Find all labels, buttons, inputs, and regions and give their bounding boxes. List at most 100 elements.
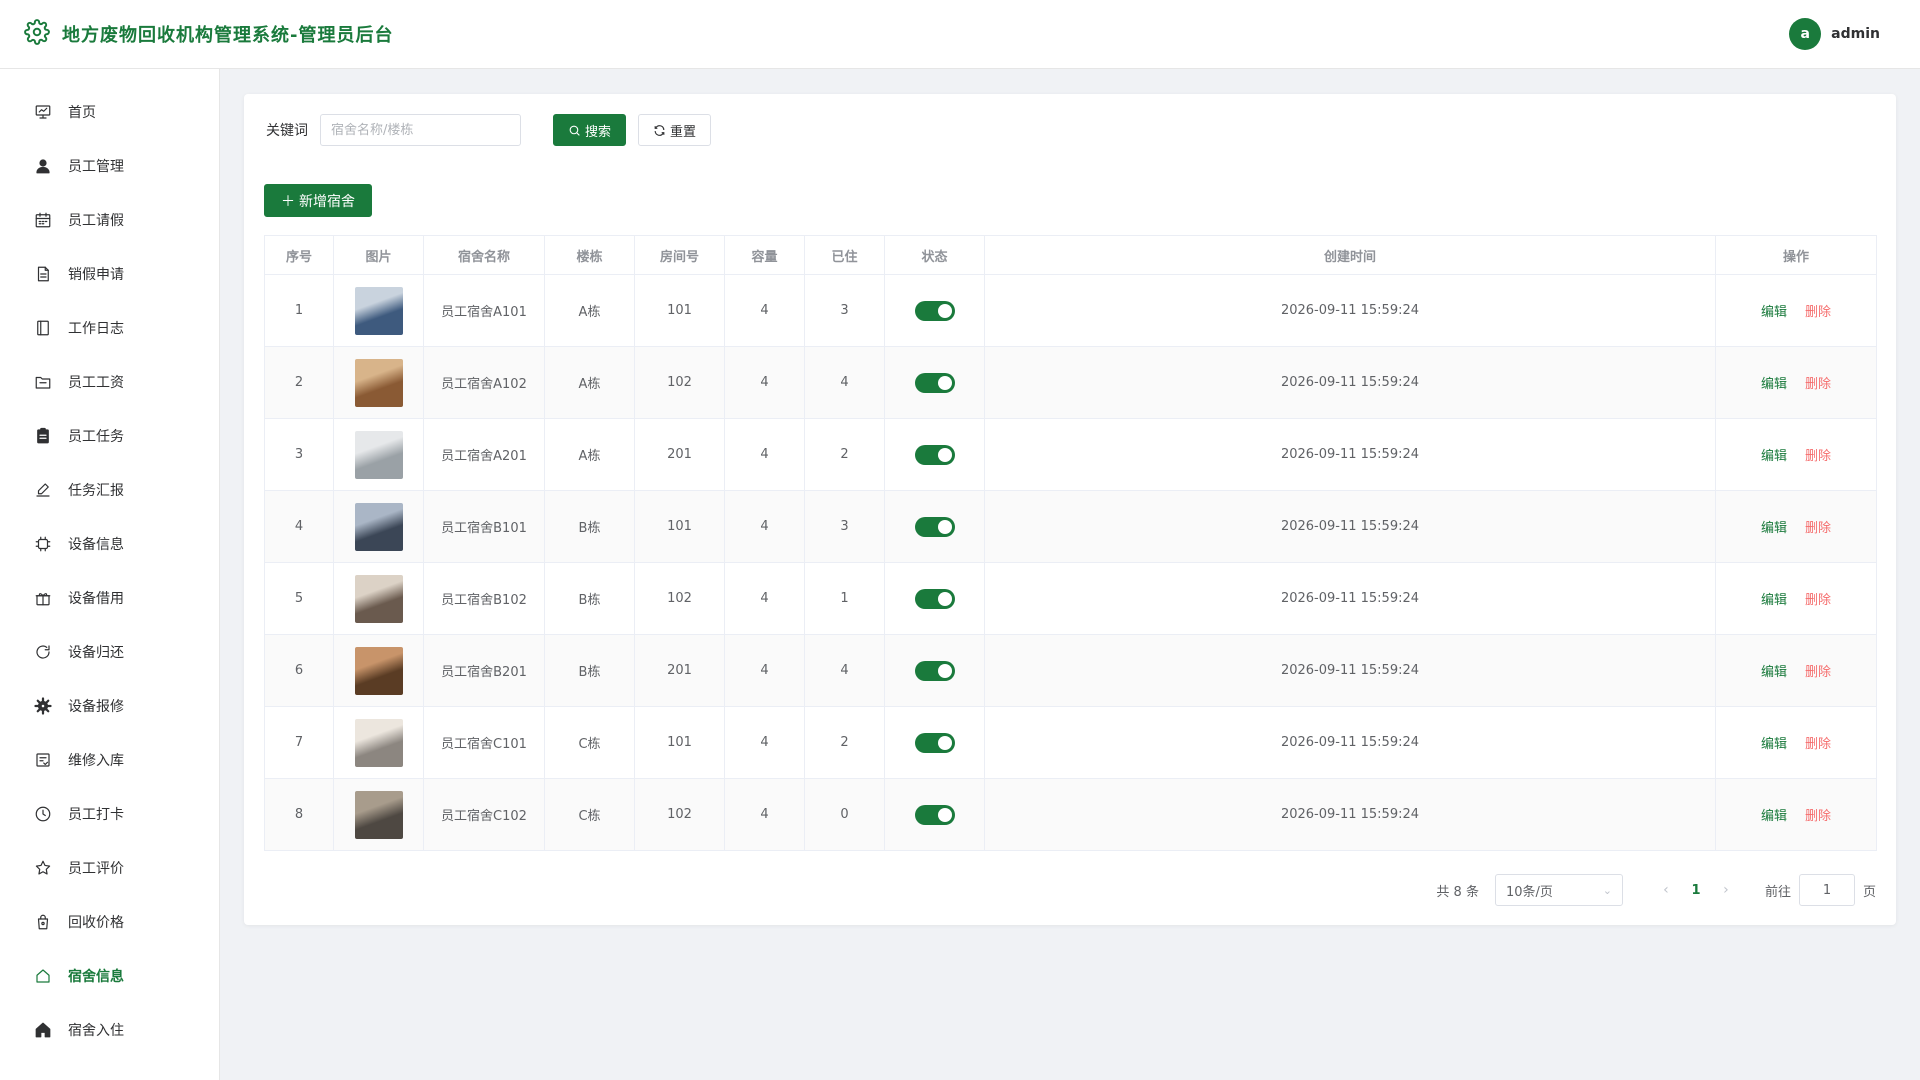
sidebar-item-label: 设备信息 bbox=[68, 537, 124, 553]
goto-page-input[interactable] bbox=[1798, 874, 1855, 906]
sidebar-item-label: 宿舍入住 bbox=[68, 1023, 124, 1039]
delete-button[interactable]: 删除 bbox=[1805, 449, 1831, 464]
cell-created: 2026-09-11 15:59:24 bbox=[984, 274, 1716, 347]
pagination: 共 8 条 10条/页 ⌄ ‹ 1 › 前往 页 bbox=[1436, 874, 1876, 906]
table-row: 3 员工宿舍A201 A栋 201 4 2 2026-09-11 15:59:24 编辑 删除 bbox=[264, 418, 1877, 491]
prev-page-button[interactable]: ‹ bbox=[1651, 882, 1681, 898]
sidebar-item-label: 员工评价 bbox=[68, 861, 124, 877]
keyword-label: 关键词 bbox=[266, 123, 308, 139]
status-toggle[interactable] bbox=[914, 732, 955, 753]
cell-name: 员工宿舍B101 bbox=[423, 490, 545, 563]
cell-room: 102 bbox=[634, 562, 725, 635]
cell-capacity: 4 bbox=[724, 346, 805, 419]
status-toggle[interactable] bbox=[914, 444, 955, 465]
sidebar-item-equipment-borrow[interactable]: 设备借用 bbox=[0, 571, 219, 625]
cell-image bbox=[333, 634, 424, 707]
status-toggle[interactable] bbox=[914, 372, 955, 393]
sidebar-item-employee-salary[interactable]: 员工工资 bbox=[0, 355, 219, 409]
delete-button[interactable]: 删除 bbox=[1805, 737, 1831, 752]
avatar[interactable]: a bbox=[1789, 18, 1822, 50]
sidebar-item-dorm-checkin[interactable]: 宿舍入住 bbox=[0, 1003, 219, 1057]
cell-image bbox=[333, 778, 424, 851]
sidebar-item-work-log[interactable]: 工作日志 bbox=[0, 301, 219, 355]
cell-created: 2026-09-11 15:59:24 bbox=[984, 490, 1716, 563]
table-header: 序号 图片 宿舍名称 楼栋 房间号 容量 已住 状态 创建时间 操作 bbox=[264, 235, 1877, 275]
cell-name: 员工宿舍C102 bbox=[423, 778, 545, 851]
reset-button[interactable]: 重置 bbox=[638, 114, 712, 146]
edit-button[interactable]: 编辑 bbox=[1761, 809, 1787, 824]
sidebar-item-employee-manage[interactable]: 员工管理 bbox=[0, 139, 219, 193]
cell-index: 8 bbox=[264, 778, 334, 851]
cell-created: 2026-09-11 15:59:24 bbox=[984, 706, 1716, 779]
sidebar-item-dorm-info[interactable]: 宿舍信息 bbox=[0, 949, 219, 1003]
username[interactable]: admin bbox=[1831, 26, 1880, 42]
dorm-photo[interactable] bbox=[354, 646, 403, 695]
next-page-button[interactable]: › bbox=[1711, 882, 1741, 898]
delete-button[interactable]: 删除 bbox=[1805, 377, 1831, 392]
status-toggle[interactable] bbox=[914, 516, 955, 537]
sidebar-item-equipment-return[interactable]: 设备归还 bbox=[0, 625, 219, 679]
page-size-select[interactable]: 10条/页 ⌄ bbox=[1494, 874, 1623, 906]
column-header: 图片 bbox=[333, 235, 424, 275]
cell-index: 2 bbox=[264, 346, 334, 419]
refresh-icon bbox=[34, 643, 52, 661]
delete-button[interactable]: 删除 bbox=[1805, 665, 1831, 680]
search-input[interactable] bbox=[320, 114, 521, 146]
delete-button[interactable]: 删除 bbox=[1805, 593, 1831, 608]
dorm-photo[interactable] bbox=[354, 790, 403, 839]
search-button[interactable]: 搜索 bbox=[553, 114, 627, 146]
status-toggle[interactable] bbox=[914, 804, 955, 825]
dorm-photo[interactable] bbox=[354, 574, 403, 623]
edit-button[interactable]: 编辑 bbox=[1761, 737, 1787, 752]
sidebar-item-employee-task[interactable]: 员工任务 bbox=[0, 409, 219, 463]
cell-index: 1 bbox=[264, 274, 334, 347]
cell-actions: 编辑 删除 bbox=[1715, 346, 1877, 419]
delete-button[interactable]: 删除 bbox=[1805, 809, 1831, 824]
dorm-photo[interactable] bbox=[354, 430, 403, 479]
sidebar-item-recycle-price[interactable]: 回收价格 bbox=[0, 895, 219, 949]
dorm-photo[interactable] bbox=[354, 502, 403, 551]
cell-image bbox=[333, 706, 424, 779]
edit-button[interactable]: 编辑 bbox=[1761, 665, 1787, 680]
cell-building: B栋 bbox=[544, 490, 635, 563]
dorm-photo[interactable] bbox=[354, 358, 403, 407]
sidebar-item-label: 回收价格 bbox=[68, 915, 124, 931]
cell-index: 4 bbox=[264, 490, 334, 563]
edit-button[interactable]: 编辑 bbox=[1761, 305, 1787, 320]
edit-button[interactable]: 编辑 bbox=[1761, 449, 1787, 464]
cell-capacity: 4 bbox=[724, 778, 805, 851]
sidebar-item-employee-leave[interactable]: 员工请假 bbox=[0, 193, 219, 247]
delete-button[interactable]: 删除 bbox=[1805, 521, 1831, 536]
column-header: 楼栋 bbox=[544, 235, 635, 275]
cell-status bbox=[884, 346, 985, 419]
dorm-photo[interactable] bbox=[354, 718, 403, 767]
sidebar-item-home[interactable]: 首页 bbox=[0, 85, 219, 139]
brand: 地方废物回收机构管理系统-管理员后台 bbox=[24, 19, 393, 49]
user-menu[interactable]: a admin bbox=[1789, 18, 1880, 50]
cell-name: 员工宿舍B102 bbox=[423, 562, 545, 635]
status-toggle[interactable] bbox=[914, 300, 955, 321]
cell-created: 2026-09-11 15:59:24 bbox=[984, 634, 1716, 707]
sidebar-item-equipment-info[interactable]: 设备信息 bbox=[0, 517, 219, 571]
edit-button[interactable]: 编辑 bbox=[1761, 377, 1787, 392]
delete-button[interactable]: 删除 bbox=[1805, 305, 1831, 320]
page-number[interactable]: 1 bbox=[1681, 883, 1711, 898]
sidebar-item-repair-storage[interactable]: 维修入库 bbox=[0, 733, 219, 787]
table-row: 2 员工宿舍A102 A栋 102 4 4 2026-09-11 15:59:24 编辑 删除 bbox=[264, 346, 1877, 419]
cell-status bbox=[884, 634, 985, 707]
edit-button[interactable]: 编辑 bbox=[1761, 521, 1787, 536]
add-dorm-button[interactable]: ＋ 新增宿舍 bbox=[264, 184, 372, 217]
sidebar-item-employee-checkin[interactable]: 员工打卡 bbox=[0, 787, 219, 841]
edit-button[interactable]: 编辑 bbox=[1761, 593, 1787, 608]
home-filled-icon bbox=[34, 1021, 52, 1039]
dorm-photo[interactable] bbox=[354, 286, 403, 335]
sidebar-item-employee-rating[interactable]: 员工评价 bbox=[0, 841, 219, 895]
sidebar-item-task-report[interactable]: 任务汇报 bbox=[0, 463, 219, 517]
sidebar-item-equipment-repair[interactable]: 设备报修 bbox=[0, 679, 219, 733]
status-toggle[interactable] bbox=[914, 660, 955, 681]
cell-capacity: 4 bbox=[724, 562, 805, 635]
sidebar-item-leave-cancel[interactable]: 销假申请 bbox=[0, 247, 219, 301]
status-toggle[interactable] bbox=[914, 588, 955, 609]
house-icon bbox=[34, 967, 52, 985]
toolbar: ＋ 新增宿舍 bbox=[264, 184, 1876, 217]
